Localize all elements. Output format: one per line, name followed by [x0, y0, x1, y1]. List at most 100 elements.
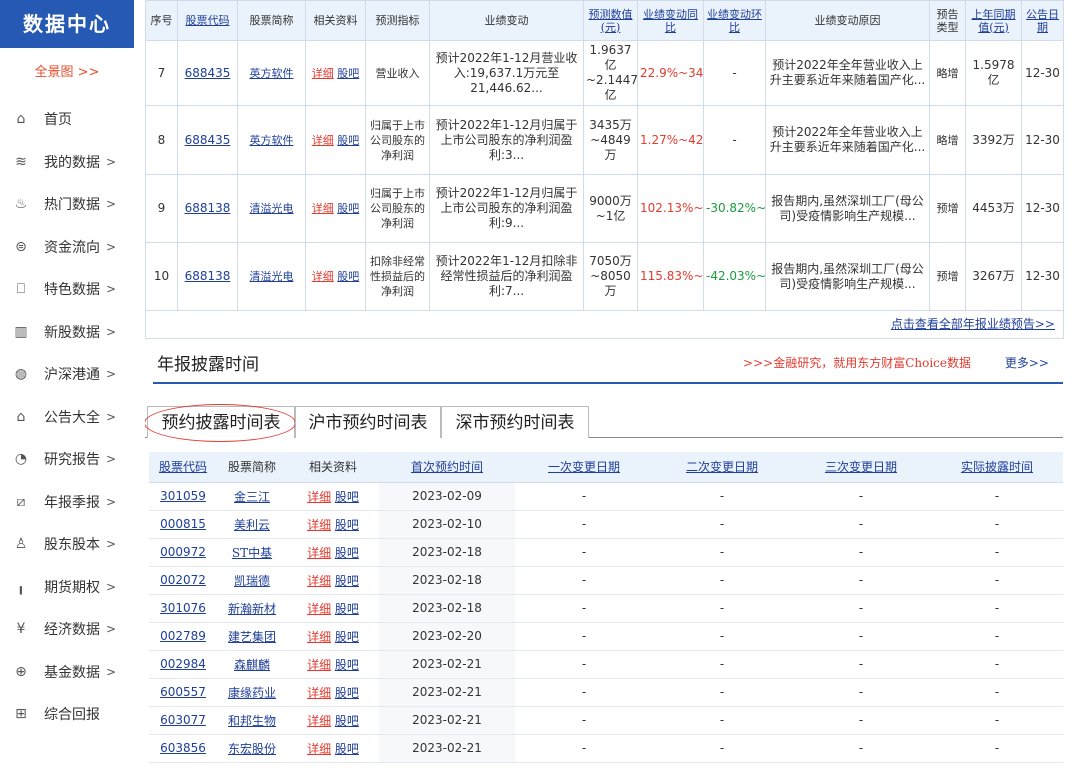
stock-code-link[interactable]: 603077 [160, 713, 206, 727]
stock-code-link[interactable]: 603856 [160, 741, 206, 755]
reason-cell: 预计2022年全年营业收入上升主要系近年来随着国产化... [765, 105, 930, 175]
stock-name-link[interactable]: 和邦生物 [228, 714, 276, 728]
detail-link[interactable]: 详细 [307, 602, 331, 616]
stock-name-link[interactable]: 凯瑞德 [234, 574, 270, 588]
stock-name-link[interactable]: 清溢光电 [250, 202, 294, 215]
sidebar-item-label: 股东股本 [44, 537, 100, 554]
stock-code-link[interactable]: 002789 [160, 629, 206, 643]
table-row: 301076 新瀚新材 详细 股吧 2023-02-18- - - - [149, 594, 1063, 623]
tab-shanghai-schedule[interactable]: 沪市预约时间表 [295, 406, 441, 438]
stock-code-link[interactable]: 000972 [160, 545, 206, 559]
forum-link[interactable]: 股吧 [335, 658, 359, 672]
forum-link[interactable]: 股吧 [335, 686, 359, 700]
stock-code-link[interactable]: 688435 [185, 66, 231, 80]
forum-link[interactable]: 股吧 [335, 602, 359, 616]
sidebar-item[interactable]: ⌂ 首页 [0, 98, 134, 141]
overview-link[interactable]: 全景图 >> [0, 48, 134, 98]
detail-link[interactable]: 详细 [307, 742, 331, 756]
stock-name-link[interactable]: 东宏股份 [228, 742, 276, 756]
sidebar-item[interactable]: ⊕ 基金数据 > [0, 651, 134, 694]
detail-link[interactable]: 详细 [307, 574, 331, 588]
sidebar-item[interactable]: ⊞ 综合回报 [0, 693, 134, 736]
sidebar-item[interactable]: ◍ 沪深港通 > [0, 353, 134, 396]
stock-code-link[interactable]: 000815 [160, 517, 206, 531]
column-header[interactable]: 业绩变动环比 [703, 0, 766, 41]
brand-logo[interactable]: 数据中心 [0, 0, 134, 48]
stock-name-link[interactable]: 美利云 [234, 518, 270, 532]
detail-link[interactable]: 详细 [307, 490, 331, 504]
sidebar-item[interactable]: ⧄ 年报季报 > [0, 481, 134, 524]
forum-link[interactable]: 股吧 [337, 67, 359, 80]
column-header[interactable]: 上年同期值(元) [965, 0, 1022, 41]
forum-link[interactable]: 股吧 [335, 574, 359, 588]
stock-name-link[interactable]: 英方软件 [250, 67, 294, 80]
choice-promo-link[interactable]: >>>金融研究，就用东方财富Choice数据 [743, 354, 971, 371]
forum-link[interactable]: 股吧 [335, 630, 359, 644]
detail-link[interactable]: 详细 [312, 202, 334, 215]
stock-code-link[interactable]: 688138 [185, 201, 231, 215]
qoq-cell: - [703, 40, 766, 106]
stock-name-link[interactable]: 清溢光电 [250, 270, 294, 283]
stock-name-link[interactable]: 新瀚新材 [228, 602, 276, 616]
forum-link[interactable]: 股吧 [337, 202, 359, 215]
forum-link[interactable]: 股吧 [335, 490, 359, 504]
sidebar-item[interactable]: ▥ 新股数据 > [0, 311, 134, 354]
forum-link[interactable]: 股吧 [335, 518, 359, 532]
stock-name-link[interactable]: 康缘药业 [228, 686, 276, 700]
forum-link[interactable]: 股吧 [335, 714, 359, 728]
sidebar-item[interactable]: ≋ 我的数据 > [0, 141, 134, 184]
forum-link[interactable]: 股吧 [335, 546, 359, 560]
column-header[interactable]: 实际披露时间 [931, 452, 1063, 483]
column-header[interactable]: 公告日期 [1021, 0, 1064, 41]
sidebar-item[interactable]: ♨ 热门数据 > [0, 183, 134, 226]
sidebar-item[interactable]: ⎕ 特色数据 > [0, 268, 134, 311]
stock-code-link[interactable]: 600557 [160, 685, 206, 699]
stock-code-link[interactable]: 002072 [160, 573, 206, 587]
change3-cell: - [791, 538, 931, 567]
detail-link[interactable]: 详细 [307, 518, 331, 532]
sidebar-item[interactable]: ⊜ 资金流向 > [0, 226, 134, 269]
forum-link[interactable]: 股吧 [337, 270, 359, 283]
column-header[interactable]: 预测数值(元) [583, 0, 638, 41]
column-header[interactable]: 业绩变动同比 [637, 0, 704, 41]
column-header[interactable]: 二次变更日期 [653, 452, 791, 483]
sidebar-item[interactable]: ╻ 期货期权 > [0, 566, 134, 609]
column-header[interactable]: 股票代码 [177, 0, 238, 41]
detail-link[interactable]: 详细 [307, 686, 331, 700]
detail-link[interactable]: 详细 [307, 546, 331, 560]
stock-code-link[interactable]: 301059 [160, 489, 206, 503]
sidebar-item[interactable]: ♙ 股东股本 > [0, 523, 134, 566]
sidebar-item[interactable]: ⌂ 公告大全 > [0, 396, 134, 439]
actual-disclosure-cell: - [931, 538, 1063, 567]
column-header[interactable]: 三次变更日期 [791, 452, 931, 483]
tab-shenzhen-schedule[interactable]: 深市预约时间表 [441, 406, 589, 438]
detail-link[interactable]: 详细 [312, 270, 334, 283]
column-header[interactable]: 股票代码 [149, 452, 217, 483]
forum-link[interactable]: 股吧 [335, 742, 359, 756]
more-link[interactable]: 更多>> [1005, 354, 1049, 371]
detail-link[interactable]: 详细 [307, 714, 331, 728]
column-header[interactable]: 一次变更日期 [515, 452, 653, 483]
column-header-label: 三次变更日期 [824, 460, 897, 475]
detail-link[interactable]: 详细 [312, 134, 334, 147]
detail-link[interactable]: 详细 [312, 67, 334, 80]
detail-link[interactable]: 详细 [307, 630, 331, 644]
stock-code-link[interactable]: 688435 [185, 133, 231, 147]
stock-code-link[interactable]: 688138 [185, 269, 231, 283]
stock-name-link[interactable]: 金三江 [234, 490, 270, 504]
column-header[interactable]: 首次预约时间 [379, 452, 515, 483]
tab-reservation-schedule[interactable]: 预约披露时间表 [145, 404, 296, 442]
sidebar-item[interactable]: ¥ 经济数据 > [0, 608, 134, 651]
column-header-label: 上年同期值(元) [971, 7, 1016, 34]
stock-name-link[interactable]: ST中基 [232, 546, 272, 560]
sidebar-item[interactable]: ◔ 研究报告 > [0, 438, 134, 481]
stock-code-link[interactable]: 002984 [160, 657, 206, 671]
stock-code-link[interactable]: 301076 [160, 601, 206, 615]
stock-name-link[interactable]: 森麒麟 [234, 658, 270, 672]
view-all-forecasts-link[interactable]: 点击查看全部年报业绩预告>> [891, 317, 1055, 331]
forum-link[interactable]: 股吧 [337, 134, 359, 147]
column-header-label: 相关资料 [308, 460, 357, 475]
detail-link[interactable]: 详细 [307, 658, 331, 672]
stock-name-link[interactable]: 建艺集团 [228, 630, 276, 644]
stock-name-link[interactable]: 英方软件 [250, 134, 294, 147]
